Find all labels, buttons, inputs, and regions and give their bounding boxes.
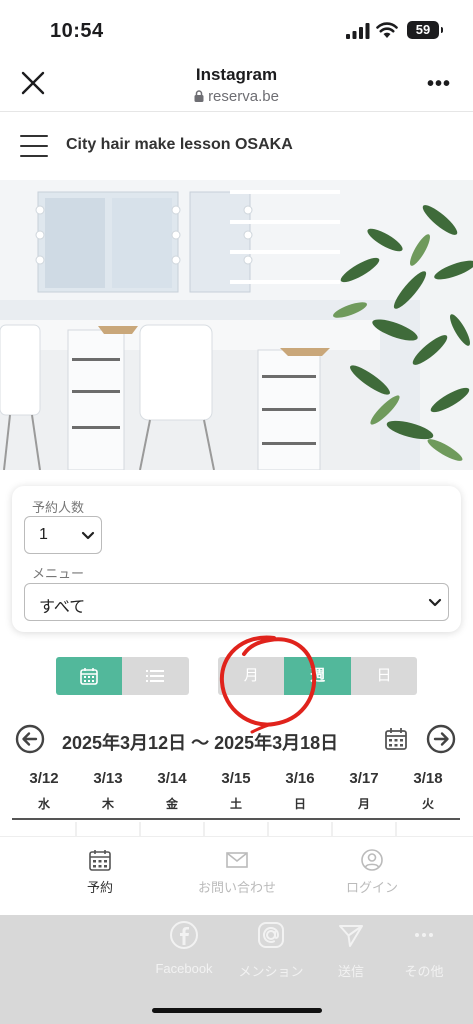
day-date: 3/17 — [349, 770, 379, 787]
day-weekday: 水 — [37, 797, 50, 811]
share-facebook[interactable]: Facebook — [139, 915, 229, 985]
date-range-title: 2025年3月12日 〜 2025年3月18日 — [62, 733, 339, 753]
previous-week-icon[interactable] — [15, 724, 45, 754]
day-weekday: 火 — [421, 797, 434, 811]
facebook-icon — [170, 921, 198, 949]
people-count-value: 1 — [39, 526, 48, 543]
in-app-browser-header: Instagram reserva.be ••• — [0, 56, 473, 112]
mention-icon — [258, 922, 284, 948]
nav-reserve[interactable]: 予約 — [40, 837, 160, 916]
day-weekday: 月 — [357, 797, 370, 811]
list-icon — [146, 670, 164, 682]
nav-contact-label: お問い合わせ — [197, 880, 276, 895]
day-weekday: 金 — [165, 797, 178, 811]
calendar-icon — [80, 668, 98, 685]
status-bar: 10:54 59 — [0, 0, 473, 56]
site-bottom-nav: 予約 お問い合わせ ログイン — [0, 836, 473, 915]
next-week-icon[interactable] — [426, 724, 456, 754]
lock-icon — [194, 90, 204, 102]
share-other-label: その他 — [404, 964, 444, 979]
home-indicator[interactable] — [152, 1008, 322, 1013]
chevron-down-icon — [81, 531, 95, 540]
day-column[interactable]: 3/13 木 — [76, 766, 140, 812]
week-range-button[interactable]: 週 — [284, 657, 351, 695]
day-column[interactable]: 3/12 水 — [12, 766, 76, 812]
day-column[interactable]: 3/15 土 — [204, 766, 268, 812]
site-title: City hair make lesson OSAKA — [66, 136, 293, 153]
day-column[interactable]: 3/14 金 — [140, 766, 204, 812]
day-date: 3/15 — [221, 770, 251, 787]
send-icon — [339, 925, 363, 947]
people-count-label: 予約人数 — [32, 500, 85, 515]
site-header: City hair make lesson OSAKA — [0, 112, 473, 180]
day-column[interactable]: 3/18 火 — [396, 766, 460, 812]
nav-login[interactable]: ログイン — [312, 837, 432, 916]
browser-url: reserva.be — [0, 88, 473, 105]
browser-url-text: reserva.be — [208, 88, 279, 105]
share-facebook-label: Facebook — [155, 961, 213, 976]
menu-value: すべて — [39, 599, 86, 616]
share-other[interactable]: その他 — [379, 915, 469, 985]
day-column[interactable]: 3/16 日 — [268, 766, 332, 812]
day-weekday: 木 — [101, 797, 114, 811]
calendar-grid-lines — [75, 822, 397, 836]
battery-icon: 59 — [407, 21, 443, 39]
share-mention-label: メンション — [238, 964, 304, 979]
salon-interior-illustration — [0, 180, 473, 470]
more-options-icon[interactable]: ••• — [427, 74, 451, 94]
list-view-button[interactable] — [122, 657, 189, 695]
day-column[interactable]: 3/17 月 — [332, 766, 396, 812]
range-toggle: 月 週 日 — [218, 657, 417, 695]
nav-contact[interactable]: お問い合わせ — [177, 837, 297, 916]
menu-select[interactable]: すべて — [24, 583, 449, 621]
day-date: 3/12 — [29, 770, 59, 787]
day-date: 3/18 — [413, 770, 443, 787]
menu-label: メニュー — [32, 566, 85, 581]
day-weekday: 土 — [229, 797, 242, 811]
user-icon — [361, 849, 383, 871]
mail-icon — [226, 852, 248, 868]
people-count-select[interactable]: 1 — [24, 516, 102, 554]
nav-login-label: ログイン — [345, 880, 398, 895]
salon-hero-image — [0, 180, 473, 470]
share-mention[interactable]: メンション — [226, 915, 316, 985]
month-range-button[interactable]: 月 — [218, 657, 285, 695]
day-weekday: 日 — [293, 797, 306, 811]
view-mode-toggle — [56, 657, 189, 695]
hamburger-menu-icon[interactable] — [20, 135, 48, 157]
reservation-filter-card: 予約人数 1 メニュー すべて — [12, 486, 461, 632]
calendar-icon — [89, 850, 111, 871]
nav-reserve-label: 予約 — [86, 880, 113, 895]
day-date: 3/13 — [93, 770, 123, 787]
status-time: 10:54 — [50, 20, 104, 42]
more-icon — [415, 933, 433, 937]
browser-title: Instagram — [195, 65, 278, 84]
wifi-icon — [376, 22, 398, 38]
cellular-signal-icon — [346, 23, 370, 39]
calendar-view-button[interactable] — [56, 657, 122, 695]
week-days-header: 3/12 水 3/13 木 3/14 金 3/15 土 3/16 日 3/17 … — [12, 766, 460, 820]
day-date: 3/14 — [157, 770, 187, 787]
chevron-down-icon — [428, 598, 442, 607]
day-range-button[interactable]: 日 — [350, 657, 417, 695]
calendar-picker-icon[interactable] — [384, 727, 408, 751]
day-date: 3/16 — [285, 770, 315, 787]
